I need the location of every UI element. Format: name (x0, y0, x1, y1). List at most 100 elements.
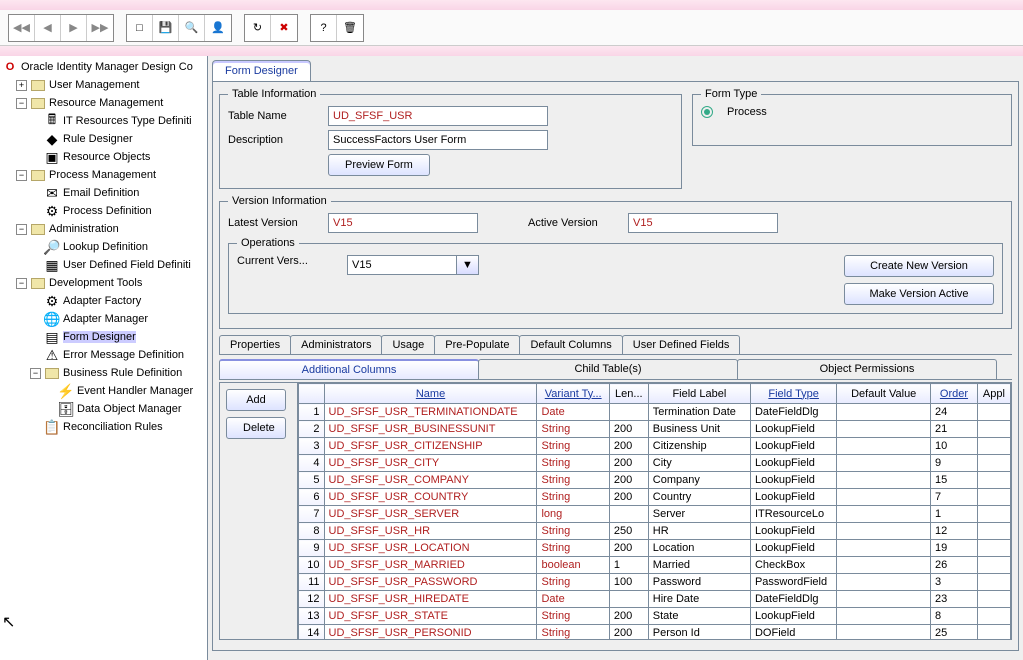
cell-field-type[interactable]: LookupField (750, 523, 836, 540)
cell-name[interactable]: UD_SFSF_USR_COMPANY (324, 472, 537, 489)
table-row[interactable]: 1UD_SFSF_USR_TERMINATIONDATEDateTerminat… (299, 404, 1011, 421)
latest-version-input[interactable] (328, 213, 478, 233)
cell-order[interactable]: 19 (931, 540, 978, 557)
cell-default[interactable] (837, 608, 931, 625)
cell-length[interactable]: 1 (609, 557, 648, 574)
cell-field-type[interactable]: CheckBox (750, 557, 836, 574)
cell-name[interactable]: UD_SFSF_USR_PERSONID (324, 625, 537, 640)
subtab-default-columns[interactable]: Default Columns (519, 335, 622, 354)
table-row[interactable]: 12UD_SFSF_USR_HIREDATEDateHire DateDateF… (299, 591, 1011, 608)
cell-field-type[interactable]: DateFieldDlg (750, 404, 836, 421)
subtab-user-defined-fields[interactable]: User Defined Fields (622, 335, 741, 354)
grid-scroll-area[interactable]: NameVariant Ty...Len...Field LabelField … (298, 383, 1011, 639)
tree-item[interactable]: −Administration (2, 220, 205, 238)
column-header[interactable]: Appl (977, 384, 1010, 404)
cell-type[interactable]: Date (537, 591, 609, 608)
cell-length[interactable]: 200 (609, 608, 648, 625)
cell-name[interactable]: UD_SFSF_USR_HR (324, 523, 537, 540)
tree-item[interactable]: 🖩IT Resources Type Definiti (2, 112, 205, 130)
cell-length[interactable]: 100 (609, 574, 648, 591)
cell-order[interactable]: 3 (931, 574, 978, 591)
cell-type[interactable]: String (537, 574, 609, 591)
current-version-input[interactable] (347, 255, 457, 275)
cell-default[interactable] (837, 472, 931, 489)
cell-type[interactable]: String (537, 608, 609, 625)
cell-field-type[interactable]: LookupField (750, 540, 836, 557)
cell-field-label[interactable]: Married (648, 557, 750, 574)
table-row[interactable]: 8UD_SFSF_USR_HRString250HRLookupField12 (299, 523, 1011, 540)
column-header[interactable]: Default Value (837, 384, 931, 404)
cell-order[interactable]: 23 (931, 591, 978, 608)
subtab-pre-populate[interactable]: Pre-Populate (434, 335, 520, 354)
cell-field-label[interactable]: Business Unit (648, 421, 750, 438)
cell-field-type[interactable]: LookupField (750, 489, 836, 506)
tree-item[interactable]: −Business Rule Definition (2, 364, 205, 382)
cell-appl[interactable] (977, 574, 1010, 591)
cell-length[interactable] (609, 591, 648, 608)
active-version-input[interactable] (628, 213, 778, 233)
table-row[interactable]: 3UD_SFSF_USR_CITIZENSHIPString200Citizen… (299, 438, 1011, 455)
cell-field-label[interactable]: HR (648, 523, 750, 540)
cell-field-label[interactable]: Person Id (648, 625, 750, 640)
subtab-child-table-s-[interactable]: Child Table(s) (478, 359, 738, 379)
tree-item[interactable]: ▣Resource Objects (2, 148, 205, 166)
cell-default[interactable] (837, 489, 931, 506)
subtab-object-permissions[interactable]: Object Permissions (737, 359, 997, 379)
new-icon[interactable]: □ (127, 15, 153, 41)
cell-default[interactable] (837, 438, 931, 455)
tree-item[interactable]: ▦User Defined Field Definiti (2, 256, 205, 274)
cell-field-label[interactable]: Server (648, 506, 750, 523)
cell-length[interactable]: 200 (609, 489, 648, 506)
cell-length[interactable]: 250 (609, 523, 648, 540)
column-header[interactable]: Order (931, 384, 978, 404)
cell-default[interactable] (837, 540, 931, 557)
cell-field-label[interactable]: Hire Date (648, 591, 750, 608)
table-row[interactable]: 5UD_SFSF_USR_COMPANYString200CompanyLook… (299, 472, 1011, 489)
delete-icon[interactable]: ✖ (271, 15, 297, 41)
cell-length[interactable]: 200 (609, 421, 648, 438)
cell-appl[interactable] (977, 608, 1010, 625)
tree-item[interactable]: −Process Management (2, 166, 205, 184)
cell-name[interactable]: UD_SFSF_USR_CITIZENSHIP (324, 438, 537, 455)
tree-item[interactable]: ⚙Process Definition (2, 202, 205, 220)
cell-default[interactable] (837, 421, 931, 438)
column-header[interactable]: Variant Ty... (537, 384, 609, 404)
tree-toggle-icon[interactable]: − (16, 224, 27, 235)
cell-field-type[interactable]: DOField (750, 625, 836, 640)
cell-name[interactable]: UD_SFSF_USR_BUSINESSUNIT (324, 421, 537, 438)
tree-toggle-icon[interactable]: − (30, 368, 41, 379)
make-version-active-button[interactable]: Make Version Active (844, 283, 994, 305)
cell-field-label[interactable]: City (648, 455, 750, 472)
cell-order[interactable]: 25 (931, 625, 978, 640)
help-icon[interactable]: ? (311, 15, 337, 41)
create-new-version-button[interactable]: Create New Version (844, 255, 994, 277)
trash-icon[interactable]: 🗑 (337, 15, 363, 41)
cell-field-label[interactable]: Termination Date (648, 404, 750, 421)
cell-default[interactable] (837, 404, 931, 421)
cell-type[interactable]: String (537, 438, 609, 455)
cell-field-type[interactable]: DateFieldDlg (750, 591, 836, 608)
cell-default[interactable] (837, 455, 931, 472)
tree-item[interactable]: ⚠Error Message Definition (2, 346, 205, 364)
cell-appl[interactable] (977, 591, 1010, 608)
cell-appl[interactable] (977, 506, 1010, 523)
cell-field-label[interactable]: Country (648, 489, 750, 506)
tree-item[interactable]: ⚡Event Handler Manager (2, 382, 205, 400)
subtab-usage[interactable]: Usage (381, 335, 435, 354)
add-button[interactable]: Add (226, 389, 286, 411)
cell-field-label[interactable]: State (648, 608, 750, 625)
cell-default[interactable] (837, 506, 931, 523)
cell-length[interactable] (609, 404, 648, 421)
cell-name[interactable]: UD_SFSF_USR_PASSWORD (324, 574, 537, 591)
tree-toggle-icon[interactable]: − (16, 98, 27, 109)
cell-order[interactable]: 9 (931, 455, 978, 472)
tree-toggle-icon[interactable]: − (16, 170, 27, 181)
tree-toggle-icon[interactable]: − (16, 278, 27, 289)
subtab-additional-columns[interactable]: Additional Columns (219, 359, 479, 379)
first-icon[interactable]: ◀◀ (9, 15, 35, 41)
process-radio[interactable] (701, 106, 713, 118)
save-icon[interactable]: 💾 (153, 15, 179, 41)
tree-item[interactable]: ▤Form Designer (2, 328, 205, 346)
subtab-properties[interactable]: Properties (219, 335, 291, 354)
table-row[interactable]: 13UD_SFSF_USR_STATEString200StateLookupF… (299, 608, 1011, 625)
